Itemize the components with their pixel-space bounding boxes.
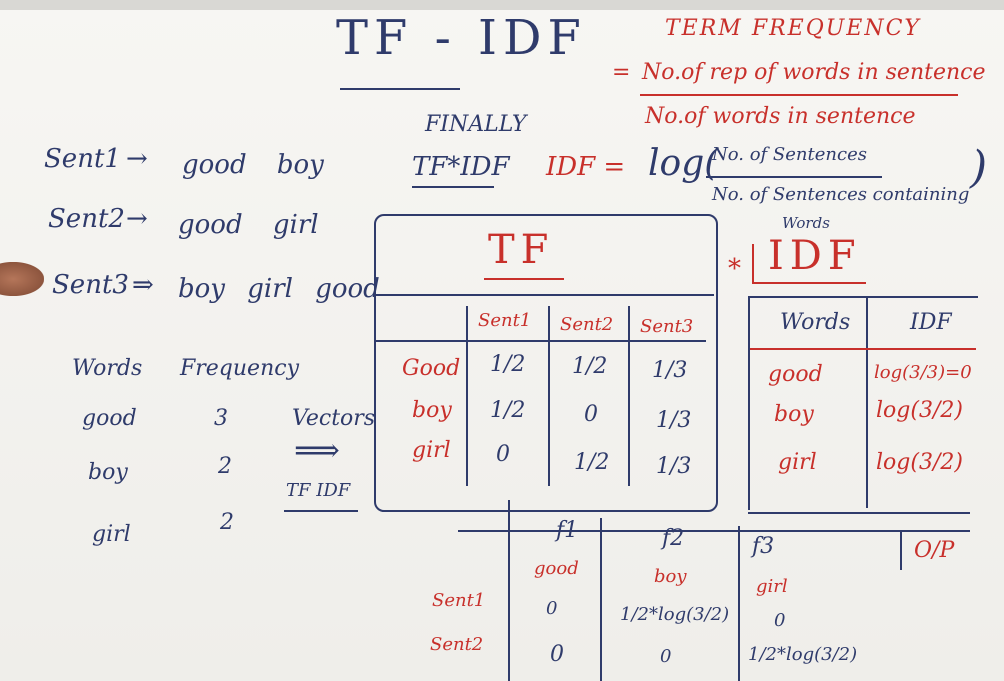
idf-val-good: log(3/3)=0 <box>874 362 972 383</box>
tf-col-line-1 <box>466 306 468 486</box>
sentence-1-text: good boy <box>182 150 324 180</box>
tf-good-sent1: 1/2 <box>490 352 526 377</box>
idf-title-underline <box>752 282 866 284</box>
idf-val-girl: log(3/2) <box>876 450 963 475</box>
idf-fraction-bar <box>706 176 882 178</box>
tf-col-sent3: Sent3 <box>640 316 694 337</box>
idf-title-bracket <box>752 244 754 284</box>
idf-header-divider <box>750 348 976 350</box>
freq-word-boy: boy <box>88 460 128 485</box>
final-word-good: good <box>534 558 579 579</box>
idf-col-words: Words <box>780 310 851 335</box>
freq-value-boy: 2 <box>218 454 232 479</box>
idf-col-idf: IDF <box>910 310 952 335</box>
final-sent1-f1: 0 <box>546 598 558 619</box>
final-feature-f2: f2 <box>662 526 685 551</box>
final-row-sent2: Sent2 <box>430 634 484 655</box>
final-sent2-f3: 1/2*log(3/2) <box>748 644 858 665</box>
final-col-line-3 <box>738 526 740 681</box>
term-frequency-heading: TERM FREQUENCY <box>665 16 921 41</box>
sentence-3-arrow: ⇒ <box>132 270 154 300</box>
tf-table-title: TF <box>488 227 555 273</box>
vectors-underline <box>284 510 358 512</box>
final-row-sent1: Sent1 <box>432 590 486 611</box>
final-sent2-f2: 0 <box>660 646 672 667</box>
final-output-label: O/P <box>914 538 955 563</box>
tf-col-sent2: Sent2 <box>560 314 614 335</box>
final-sent1-f2: 1/2*log(3/2) <box>620 604 730 625</box>
tf-girl-sent1: 0 <box>496 442 510 467</box>
tf-idf-underline <box>412 186 494 188</box>
sentence-3-text: boy girl good <box>178 274 380 304</box>
tf-girl-sent2: 1/2 <box>574 450 610 475</box>
idf-col-line <box>866 296 868 508</box>
idf-label: IDF = <box>546 152 626 182</box>
tf-boy-sent2: 0 <box>584 402 598 427</box>
tf-good-sent2: 1/2 <box>572 354 608 379</box>
vectors-tf-idf: TF IDF <box>286 480 351 501</box>
tf-numerator: No.of rep of words in sentence <box>642 60 986 85</box>
tf-col-line-2 <box>548 306 550 486</box>
tf-good-sent3: 1/3 <box>652 358 688 383</box>
tf-row-boy: boy <box>412 398 452 423</box>
sentence-3-label: Sent3 <box>52 270 129 300</box>
sentence-2-label: Sent2 <box>48 204 125 234</box>
tf-fraction-bar <box>640 94 958 96</box>
idf-table-title: IDF <box>768 233 862 279</box>
finally-label: FINALLY <box>425 112 527 137</box>
sentence-2-text: good girl <box>178 210 319 240</box>
final-word-girl: girl <box>756 576 788 597</box>
tf-col-sent1: Sent1 <box>478 310 532 331</box>
idf-left-border <box>748 296 750 510</box>
vectors-arrow: ⟹ <box>294 431 340 469</box>
tf-boy-sent3: 1/3 <box>656 408 692 433</box>
idf-val-boy: log(3/2) <box>876 398 963 423</box>
vectors-label: Vectors <box>292 406 376 431</box>
sentence-1-label: Sent1 <box>44 144 121 174</box>
tf-title-divider <box>376 294 714 296</box>
title: TF - IDF <box>336 10 587 66</box>
multiply-sign: * <box>728 254 741 284</box>
idf-denominator: No. of Sentences containing <box>712 184 970 205</box>
freq-header-frequency: Frequency <box>180 356 299 381</box>
idf-row-girl: girl <box>778 450 817 475</box>
tf-idf-label: TF*IDF <box>412 152 510 182</box>
sentence-2-arrow: → <box>126 204 148 234</box>
tf-denominator: No.of words in sentence <box>645 104 916 129</box>
freq-word-girl: girl <box>92 522 131 547</box>
idf-row-good: good <box>768 362 823 387</box>
final-col-line-4 <box>900 530 902 570</box>
tf-title-underline <box>484 278 564 280</box>
idf-top-border <box>748 296 978 298</box>
tf-boy-sent1: 1/2 <box>490 398 526 423</box>
final-col-line-2 <box>600 518 602 681</box>
idf-row-boy: boy <box>774 402 814 427</box>
tf-col-line-3 <box>628 306 630 486</box>
sentence-1-arrow: → <box>126 144 148 174</box>
final-sent2-f1: 0 <box>550 642 564 667</box>
final-feature-f1: f1 <box>556 518 579 543</box>
final-feature-f3: f3 <box>752 534 775 559</box>
final-col-line-1 <box>508 500 510 681</box>
freq-value-good: 3 <box>214 406 228 431</box>
freq-value-girl: 2 <box>220 510 234 535</box>
tf-girl-sent3: 1/3 <box>656 454 692 479</box>
top-edge <box>0 0 1004 10</box>
tf-row-good: Good <box>402 356 461 381</box>
presenter-hand <box>0 262 44 296</box>
tf-row-girl: girl <box>412 438 451 463</box>
final-sent1-f3: 0 <box>774 610 786 631</box>
freq-header-words: Words <box>72 356 143 381</box>
idf-denominator-words: Words <box>782 214 830 232</box>
final-word-boy: boy <box>654 566 687 587</box>
equals-sign: = <box>612 60 631 85</box>
final-top-border <box>458 530 970 532</box>
tf-header-divider <box>376 340 706 342</box>
freq-word-good: good <box>82 406 137 431</box>
title-underline <box>340 88 460 90</box>
idf-numerator: No. of Sentences <box>712 144 867 165</box>
idf-bottom-border <box>748 512 970 514</box>
idf-close-paren: ) <box>970 142 988 193</box>
